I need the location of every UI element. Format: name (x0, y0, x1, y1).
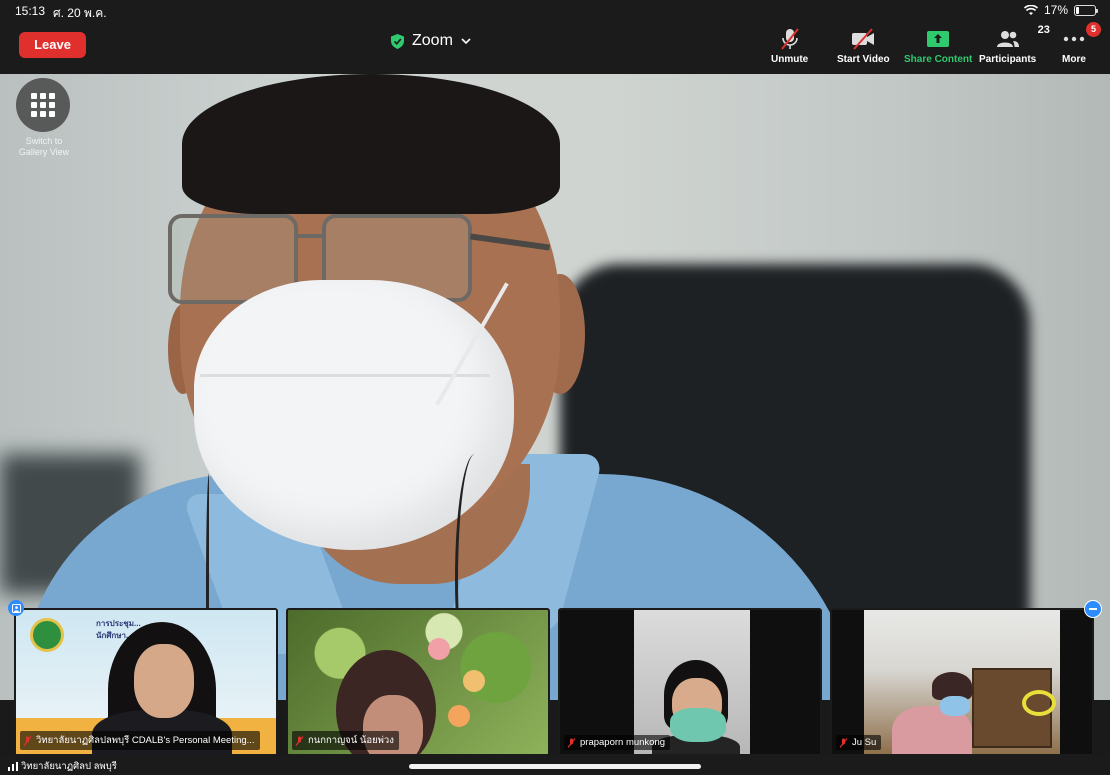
app-title: Zoom (412, 32, 453, 49)
mic-muted-icon (839, 737, 848, 748)
start-video-label: Start Video (837, 54, 890, 65)
minus-icon (1089, 608, 1097, 610)
battery-icon (1074, 4, 1098, 16)
home-indicator[interactable] (409, 764, 701, 769)
participant-name-tag: วิทยาลัยนาฏศิลปลพบุรี CDALB's Personal M… (20, 731, 260, 750)
more-dots-icon (1063, 36, 1085, 42)
mic-off-icon (780, 28, 799, 50)
unmute-button[interactable]: Unmute (771, 26, 808, 65)
mic-muted-icon (295, 735, 304, 746)
person-icon (11, 603, 21, 613)
mic-muted-icon (567, 737, 576, 748)
active-speaker-indicator: วิทยาลัยนาฏศิลป ลพบุรี (8, 759, 117, 774)
active-speaker-video[interactable] (0, 74, 1110, 700)
switch-gallery-view-label: Switch to Gallery View (18, 136, 70, 157)
participant-thumbnail[interactable]: การประชุม... นักศึกษา... วิทยาลัยนาฏศิลป… (14, 608, 278, 756)
meeting-title[interactable]: Zoom (391, 32, 471, 50)
unmute-label: Unmute (771, 54, 809, 65)
start-video-button[interactable]: Start Video (837, 26, 890, 65)
switch-gallery-view-button[interactable] (16, 78, 70, 132)
meeting-toolbar: Leave Zoom Unmute Start Video Share Cont… (0, 22, 1110, 74)
participant-name-tag: Ju Su (836, 735, 882, 750)
grid-icon (31, 93, 55, 117)
participants-button[interactable]: 23 Participants (979, 24, 1050, 65)
active-speaker-name: วิทยาลัยนาฏศิลป ลพบุรี (21, 761, 117, 772)
battery-percent: 17% (1043, 3, 1068, 17)
status-bar: 15:13 ศ. 20 พ.ค. 17% (0, 0, 1110, 22)
participant-thumbnail[interactable]: Ju Su (830, 608, 1094, 756)
share-content-label: Share Content (904, 54, 973, 65)
more-label: More (1062, 54, 1086, 65)
share-screen-icon (927, 31, 950, 47)
participant-thumbnail[interactable]: กนกกาญจน์ น้อยพ่วง (286, 608, 550, 756)
participants-icon (996, 31, 1019, 47)
participant-thumbnail[interactable]: prapaporn munkong (558, 608, 822, 756)
shield-check-icon (391, 33, 404, 49)
participant-name-tag: prapaporn munkong (564, 735, 671, 750)
wifi-icon (1023, 4, 1038, 15)
bottom-bar: วิทยาลัยนาฏศิลป ลพบุรี (0, 756, 1110, 775)
participants-label: Participants (979, 54, 1037, 65)
chevron-down-icon (461, 37, 471, 44)
status-right: 17% (1023, 3, 1098, 17)
collapse-thumbnails-button[interactable] (1084, 600, 1102, 618)
more-badge: 5 (1086, 22, 1101, 37)
pin-thumbnail-button[interactable] (8, 600, 24, 616)
participants-count: 23 (1037, 24, 1050, 36)
leave-button[interactable]: Leave (19, 32, 86, 58)
video-off-icon (852, 28, 875, 50)
more-button[interactable]: 5 More (1061, 22, 1101, 65)
college-logo (30, 618, 64, 652)
status-date: ศ. 20 พ.ค. (53, 6, 107, 20)
audio-level-icon (8, 762, 18, 771)
status-time: 15:13 (15, 4, 46, 18)
participant-name-tag: กนกกาญจน์ น้อยพ่วง (292, 731, 399, 750)
mic-muted-icon (23, 735, 32, 746)
share-content-button[interactable]: Share Content (904, 26, 972, 65)
